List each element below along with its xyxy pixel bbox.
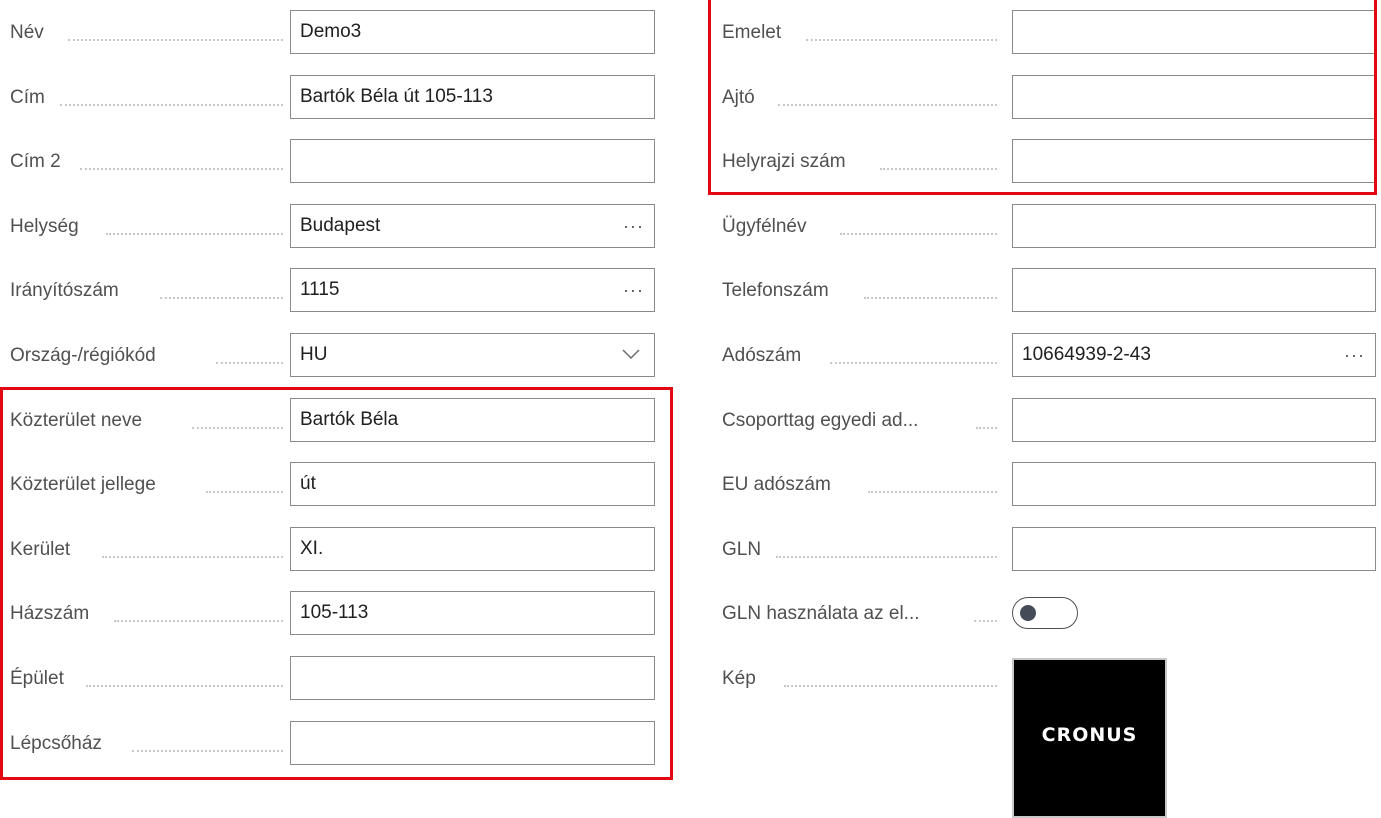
leader-dots [830,362,997,364]
field-value: Demo3 [300,21,362,42]
leader-dots [868,491,997,493]
field-label: Név [10,22,44,43]
field-label: Helység [10,216,79,237]
field-label: Irányítószám [10,280,119,301]
field-label: Adószám [722,345,802,366]
field-label: Ügyfélnév [722,216,807,237]
field-value: 10664939-2-43 [1022,344,1151,365]
field-adoszam: Adószám 10664939-2-43 ··· [722,331,1377,381]
field-orszag-regiokod: Ország-/régiókód HU [10,331,655,381]
field-value: Budapest [300,215,381,236]
leader-dots [784,685,997,687]
field-eu-adoszam: EU adószám [722,460,1377,510]
field-gln: GLN [722,525,1377,575]
cim-2-input[interactable] [290,139,655,183]
leader-dots [68,39,283,41]
company-picture[interactable]: CRONUS [1012,658,1167,818]
nev-input[interactable]: Demo3 [290,10,655,54]
leader-dots [216,362,283,364]
field-label: EU adószám [722,474,831,495]
field-ugyfelnev: Ügyfélnév [722,202,1377,252]
leader-dots [776,556,997,558]
field-kep: Kép CRONUS [722,654,1377,818]
iranyitoszam-lookup-input[interactable]: 1115 ··· [290,268,655,312]
chevron-down-icon[interactable] [622,348,640,360]
telefonszam-input[interactable] [1012,268,1376,312]
highlight-box-public-space [0,387,673,780]
toggle-knob [1020,605,1036,621]
field-label: GLN használata az el... [722,603,920,624]
field-label: Cím 2 [10,151,61,172]
field-telefonszam: Telefonszám [722,266,1377,316]
gln-toggle-switch[interactable] [1012,597,1078,629]
field-iranyitoszam: Irányítószám 1115 ··· [10,266,655,316]
leader-dots [974,620,997,622]
field-label: Csoporttag egyedi ad... [722,410,919,431]
field-gln-hasznalata: GLN használata az el... [722,589,1377,639]
field-label: Cím [10,87,45,108]
helyseg-lookup-input[interactable]: Budapest ··· [290,204,655,248]
field-cim: Cím Bartók Béla út 105-113 [10,73,655,123]
gln-input[interactable] [1012,527,1376,571]
field-cim-2: Cím 2 [10,137,655,187]
leader-dots [160,297,283,299]
adoszam-lookup-input[interactable]: 10664939-2-43 ··· [1012,333,1376,377]
field-label: Telefonszám [722,280,829,301]
field-value: HU [300,344,328,365]
highlight-box-floor-door [708,0,1377,195]
field-label: Ország-/régiókód [10,345,156,366]
ugyfelnev-input[interactable] [1012,204,1376,248]
field-nev: Név Demo3 [10,8,655,58]
lookup-ellipsis-button[interactable]: ··· [623,269,644,311]
csoporttag-egyedi-adoszam-input[interactable] [1012,398,1376,442]
orszag-regiokod-select[interactable]: HU [290,333,655,377]
field-value: 1115 [300,279,340,300]
leader-dots [840,233,997,235]
field-label: Kép [722,668,756,689]
leader-dots [106,233,283,235]
leader-dots [976,427,997,429]
cim-input[interactable]: Bartók Béla út 105-113 [290,75,655,119]
lookup-ellipsis-button[interactable]: ··· [623,205,644,247]
leader-dots [60,104,283,106]
leader-dots [864,297,997,299]
field-helyseg: Helység Budapest ··· [10,202,655,252]
leader-dots [80,168,283,170]
lookup-ellipsis-button[interactable]: ··· [1344,334,1365,376]
field-label: GLN [722,539,762,560]
field-value: Bartók Béla út 105-113 [300,86,493,107]
field-csoporttag-egyedi-adoszam: Csoporttag egyedi ad... [722,396,1377,446]
cronus-logo: CRONUS [1041,724,1138,746]
eu-adoszam-input[interactable] [1012,462,1376,506]
